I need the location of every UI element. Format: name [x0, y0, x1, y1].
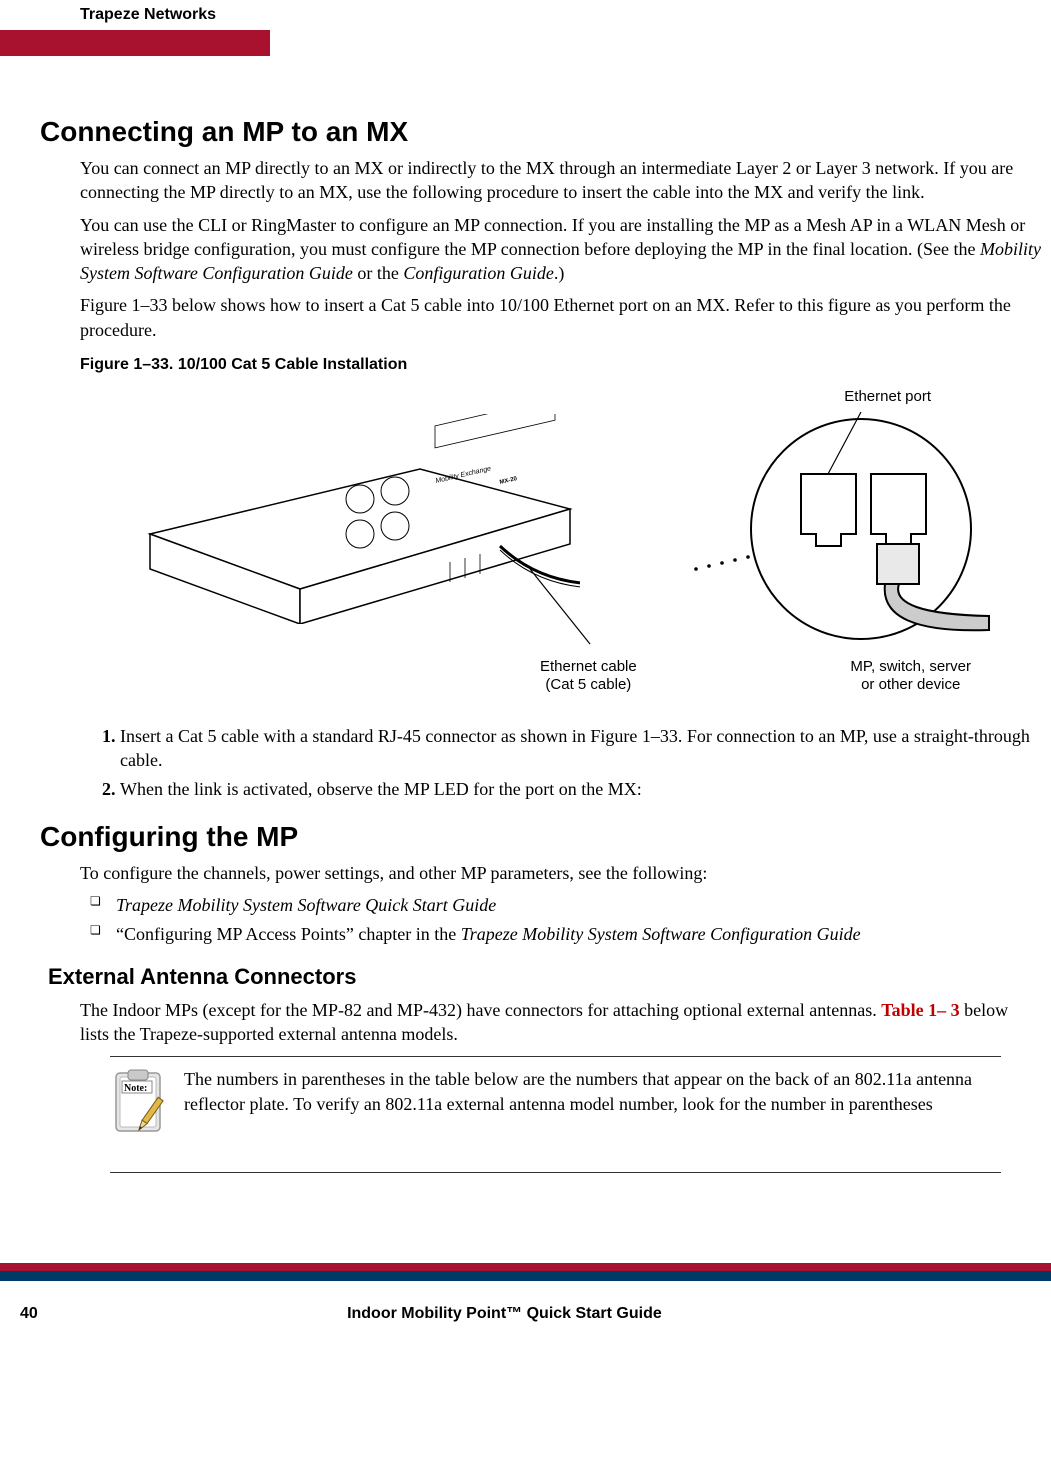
para2-part-c: .) [554, 263, 565, 283]
ref-item-1: Trapeze Mobility System Software Quick S… [90, 893, 1041, 917]
ref-item-2: “Configuring MP Access Points” chapter i… [90, 922, 1041, 946]
reference-list: Trapeze Mobility System Software Quick S… [90, 893, 1041, 946]
section-heading-configuring: Configuring the MP [40, 821, 1041, 853]
body-para-3: Figure 1–33 below shows how to insert a … [80, 293, 1041, 342]
antenna-para-a: The Indoor MPs (except for the MP-82 and… [80, 1000, 881, 1020]
svg-text:Note:: Note: [124, 1083, 147, 1094]
accent-bar [0, 30, 270, 56]
header-company: Trapeze Networks [0, 0, 1051, 24]
ref2-em: Trapeze Mobility System Software Configu… [461, 924, 861, 944]
figure-1-33: Mobility Exchange MX-20 [140, 394, 1001, 694]
subheading-external-antenna: External Antenna Connectors [48, 964, 1041, 990]
leader-line-cable [520, 564, 600, 654]
table-1-3-link[interactable]: Table 1– 3 [881, 1000, 959, 1020]
figure-caption: Figure 1–33. 10/100 Cat 5 Cable Installa… [80, 356, 1041, 374]
label-device-2: or other device [861, 676, 960, 693]
note-box: Note: The numbers in parentheses in the … [110, 1056, 1001, 1173]
body-para-2: You can use the CLI or RingMaster to con… [80, 213, 1041, 286]
step-1: Insert a Cat 5 cable with a standard RJ-… [120, 724, 1041, 773]
ref1-em: Trapeze Mobility System Software Quick S… [116, 895, 496, 915]
config-para-1: To configure the channels, power setting… [80, 861, 1041, 885]
body-para-1: You can connect an MP directly to an MX … [80, 156, 1041, 205]
ethernet-port-closeup [691, 394, 991, 654]
label-ethernet-cable-1: Ethernet cable [540, 658, 637, 675]
label-device-1: MP, switch, server [850, 658, 971, 675]
footer-doc-title: Indoor Mobility Point™ Quick Start Guide [38, 1305, 971, 1323]
page-number: 40 [20, 1305, 38, 1323]
ref2-a: “Configuring MP Access Points” chapter i… [116, 924, 461, 944]
section-heading-connecting: Connecting an MP to an MX [40, 116, 1041, 148]
para2-part-a: You can use the CLI or RingMaster to con… [80, 215, 1025, 259]
mx-device-illustration: Mobility Exchange MX-20 [140, 414, 580, 624]
note-text: The numbers in parentheses in the table … [184, 1067, 1001, 1116]
procedure-steps: Insert a Cat 5 cable with a standard RJ-… [90, 724, 1041, 801]
label-ethernet-cable-2: (Cat 5 cable) [545, 676, 631, 693]
antenna-para: The Indoor MPs (except for the MP-82 and… [80, 998, 1041, 1047]
svg-text:MX-20: MX-20 [499, 476, 518, 486]
footer-divider [0, 1263, 1051, 1281]
label-ethernet-port: Ethernet port [844, 388, 931, 406]
para2-part-b: or the [353, 263, 403, 283]
para2-em2: Configuration Guide [403, 263, 554, 283]
step-2: When the link is activated, observe the … [120, 777, 1041, 801]
note-icon: Note: [110, 1067, 166, 1142]
